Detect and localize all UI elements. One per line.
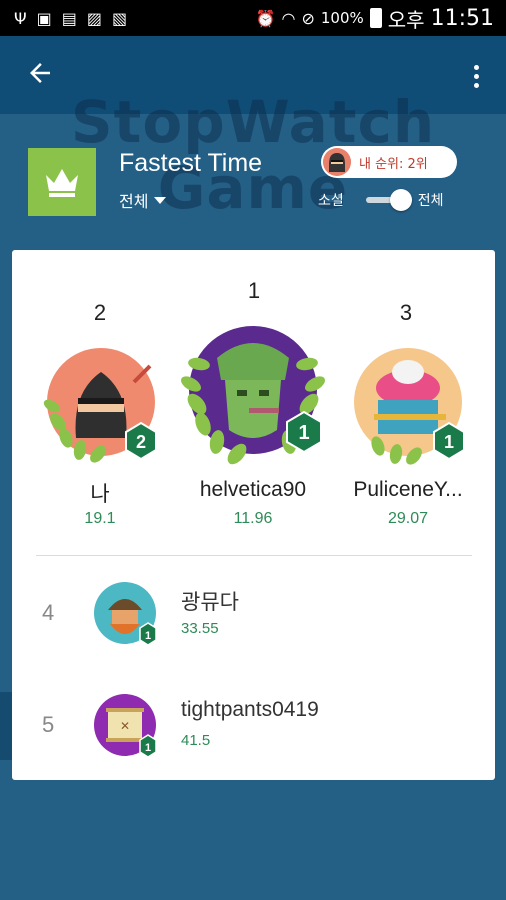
my-avatar	[323, 148, 351, 176]
podium-score-2: 19.1	[84, 510, 116, 527]
alarm-icon: ⏰	[255, 8, 276, 28]
list-item[interactable]: 4 1 광뮤다 33.55	[12, 576, 495, 656]
gallery-icon: ▨	[86, 8, 102, 28]
status-time: 11:51	[430, 5, 494, 31]
scope-dropdown[interactable]: 전체	[119, 188, 167, 212]
my-rank-text: 내 순위: 2위	[359, 156, 428, 172]
podium-divider	[36, 555, 472, 556]
list-badge: 1	[145, 630, 151, 642]
list-name: 광뮤다	[181, 591, 239, 614]
arrow-back-icon	[30, 63, 50, 83]
podium-name-3: PuliceneY...	[353, 478, 463, 501]
podium-score-1: 11.96	[233, 510, 273, 527]
photo-icon: ▧	[111, 8, 128, 28]
left-edge-strip	[0, 692, 12, 760]
leaderboard-icon	[28, 148, 96, 216]
leaderboard-header: StopWatch Game Fastest Time 전체 내 순위: 2위 …	[0, 88, 506, 244]
status-right-icons: ⏰ ◠ ⊘ 100% 오후 11:51	[256, 4, 506, 33]
ninja-avatar[interactable]: 2	[38, 342, 164, 468]
leaderboard-title: Fastest Time	[119, 149, 263, 177]
battery-percent: 100%	[320, 9, 364, 27]
no-disturb-icon: ⊘	[301, 8, 315, 28]
podium-badge-1: 1	[298, 422, 309, 444]
status-bar: Ψ ▣ ▤ ▨ ▧ ⏰ ◠ ⊘ 100% 오후 11:51	[0, 0, 506, 36]
status-left-icons: Ψ ▣ ▤ ▨ ▧	[0, 9, 127, 28]
scope-label: 전체	[119, 192, 149, 211]
list-rank: 4	[42, 600, 55, 625]
wifi-icon: ◠	[281, 8, 296, 28]
my-rank-badge[interactable]: 내 순위: 2위	[321, 146, 457, 178]
social-all-toggle[interactable]: 소셜 전체	[318, 188, 468, 212]
viking-avatar: 1	[92, 580, 162, 650]
battery-icon	[369, 8, 382, 28]
podium-badge-3: 1	[444, 432, 454, 452]
podium-name-1: helvetica90	[199, 478, 307, 501]
list-score: 41.5	[181, 732, 211, 749]
sim-card-icon: ▣	[36, 8, 52, 28]
list-name: tightpants0419	[181, 698, 319, 721]
toggle-switch[interactable]	[365, 189, 412, 211]
podium-rank-3: 3	[399, 300, 413, 325]
list-item[interactable]: 5 ✕ 1 tightpants0419 41.5	[12, 688, 495, 768]
treasure-map-avatar: ✕ 1	[92, 692, 162, 762]
list-rank: 5	[42, 712, 55, 737]
crown-icon	[46, 169, 78, 197]
cupcake-avatar[interactable]: 1	[348, 342, 474, 468]
usb-icon: Ψ	[14, 8, 27, 28]
podium-score-3: 29.07	[387, 510, 429, 527]
list-badge: 1	[145, 742, 151, 754]
leaderboard-card: 2 2 나 19.1 1 1 helvetica90 11.96 3 1 Pul…	[12, 250, 495, 780]
more-vert-icon	[473, 64, 479, 88]
podium-name-2: 나	[90, 483, 110, 506]
status-ampm: 오후	[387, 7, 425, 32]
podium-rank-2: 2	[93, 300, 107, 325]
toggle-label-all: 전체	[417, 193, 444, 209]
svg-text:✕: ✕	[120, 719, 130, 733]
dropdown-arrow-icon	[154, 196, 167, 204]
soldier-avatar[interactable]: 1	[177, 318, 329, 470]
podium-badge-2: 2	[136, 432, 146, 452]
list-score: 33.55	[181, 620, 219, 637]
sd-card-icon: ▤	[61, 8, 77, 28]
podium-rank-1: 1	[247, 278, 261, 303]
toggle-label-social: 소셜	[318, 193, 344, 209]
